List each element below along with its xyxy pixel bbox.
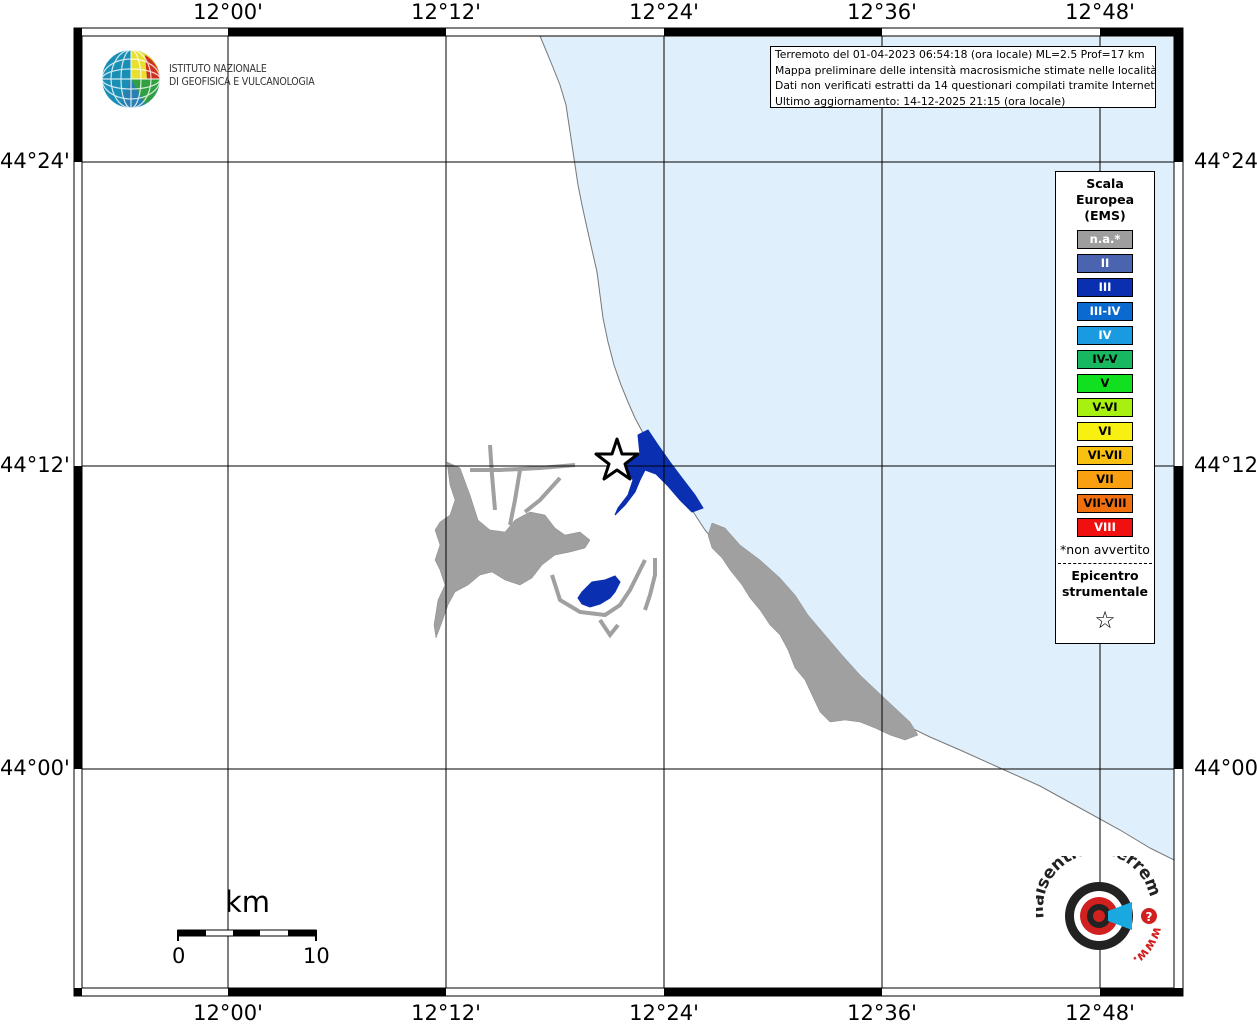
legend-item: VIII <box>1077 518 1133 537</box>
event-info-box: Terremoto del 01-04-2023 06:54:18 (ora l… <box>770 46 1156 108</box>
lon-label-top: 12°24' <box>629 0 699 24</box>
lon-label-bottom: 12°36' <box>847 1001 917 1025</box>
legend-note: *non avvertito <box>1060 542 1150 557</box>
lon-label-bottom: 12°00' <box>193 1001 263 1025</box>
lon-label-top: 12°12' <box>411 0 481 24</box>
scale-max-label: 10 <box>303 944 330 968</box>
info-line-1: Terremoto del 01-04-2023 06:54:18 (ora l… <box>775 48 1145 61</box>
legend-item: VI <box>1077 422 1133 441</box>
hai-sentito-badge: haisentitoilterremoto.it www. ? <box>1028 839 1166 972</box>
lon-label-top: 12°36' <box>847 0 917 24</box>
legend-item: V-VI <box>1077 398 1133 417</box>
logo-line-2: DI GEOFISICA E VULCANOLOGIA <box>169 76 315 88</box>
scale-bar <box>177 929 317 941</box>
scale-unit: km <box>225 885 271 919</box>
legend-title: Scala Europea (EMS) <box>1056 176 1154 224</box>
globe-icon <box>101 49 161 109</box>
legend-item: III <box>1077 278 1133 297</box>
svg-text:?: ? <box>1146 910 1153 924</box>
legend-item: VI-VII <box>1077 446 1133 465</box>
lon-label-bottom: 12°48' <box>1065 1001 1135 1025</box>
legend-epicentre-line: Epicentro <box>1071 568 1139 583</box>
lon-label-top: 12°48' <box>1065 0 1135 24</box>
lat-label-left: 44°24' <box>0 149 70 173</box>
logo-text: ISTITUTO NAZIONALE DI GEOFISICA E VULCAN… <box>169 63 315 89</box>
legend-item: III-IV <box>1077 302 1133 321</box>
hai-sentito-logo-icon: haisentitoilterremoto.it www. ? <box>1028 839 1165 968</box>
legend-item: VII-VIII <box>1077 494 1133 513</box>
legend-item: VII <box>1077 470 1133 489</box>
lat-label-left: 44°12' <box>0 453 70 477</box>
legend-item: V <box>1077 374 1133 393</box>
svg-text:www.: www. <box>1130 925 1165 968</box>
lat-label-right: 44°12' <box>1194 453 1257 477</box>
lon-label-bottom: 12°24' <box>629 1001 699 1025</box>
na-area-inland <box>433 461 591 639</box>
lon-label-bottom: 12°12' <box>411 1001 481 1025</box>
legend-title-line: Europea <box>1075 192 1135 207</box>
scale-min-label: 0 <box>172 944 186 968</box>
legend-epicentre-label: Epicentro strumentale <box>1056 568 1154 600</box>
info-line-2: Mappa preliminare delle intensità macros… <box>775 63 1156 77</box>
legend-epicentre-line: strumentale <box>1061 584 1149 599</box>
lon-label-top: 12°00' <box>193 0 263 24</box>
info-line-3: Dati non verificati estratti da 14 quest… <box>775 79 1156 92</box>
legend-item: II <box>1077 254 1133 273</box>
legend-title-line: (EMS) <box>1084 208 1126 223</box>
lat-label-right: 44°00' <box>1194 756 1257 780</box>
legend-items: n.a.* II III III-IV IV IV-V V V-VI VI VI-VII VII VI… <box>1056 230 1154 537</box>
badge-www: www. <box>1130 925 1165 968</box>
intensity-area-south <box>577 575 621 608</box>
intensity-legend: Scala Europea (EMS) n.a.* II III III-IV IV IV… <box>1055 171 1155 644</box>
legend-item: IV-V <box>1077 350 1133 369</box>
legend-divider <box>1058 563 1152 564</box>
legend-title-line: Scala <box>1086 176 1124 191</box>
lat-label-left: 44°00' <box>0 756 70 780</box>
legend-item: n.a.* <box>1077 230 1133 249</box>
lat-label-right: 44°24' <box>1194 149 1257 173</box>
ingv-logo: ISTITUTO NAZIONALE DI GEOFISICA E VULCAN… <box>100 47 330 111</box>
legend-star-icon: ☆ <box>1094 606 1116 634</box>
logo-line-1: ISTITUTO NAZIONALE <box>169 63 267 75</box>
legend-item: IV <box>1077 326 1133 345</box>
info-line-4: Ultimo aggiornamento: 14-12-2025 21:15 (… <box>775 94 1066 108</box>
